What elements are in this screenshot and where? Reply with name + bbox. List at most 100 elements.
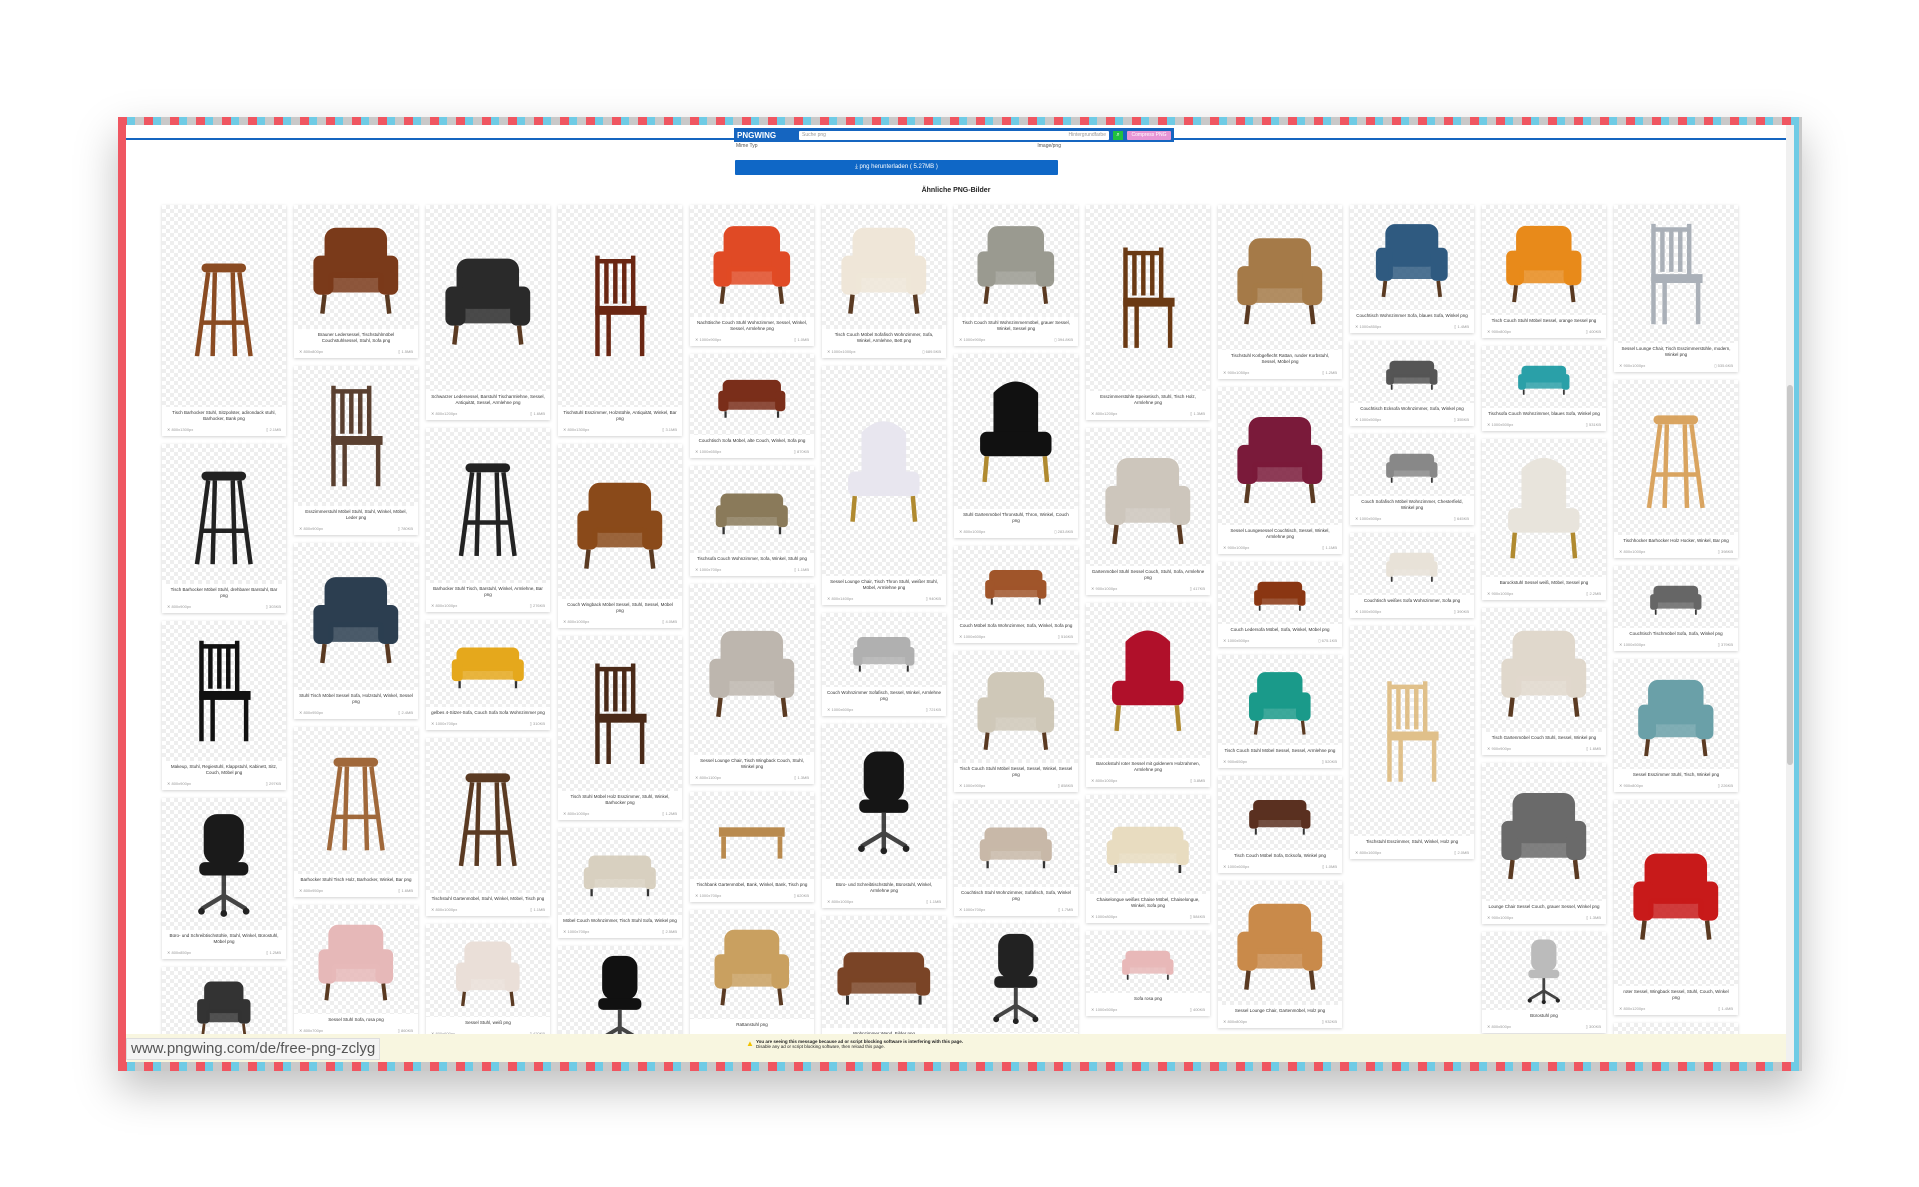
png-thumbnail[interactable] bbox=[1218, 205, 1342, 350]
png-thumbnail[interactable] bbox=[1482, 608, 1606, 732]
image-caption[interactable]: Nachttische Couch Stuhl Wohnzimmer, Sess… bbox=[690, 317, 814, 335]
png-thumbnail[interactable] bbox=[294, 905, 418, 1014]
image-card[interactable]: Tischhocker Barhocker Holz Hocker, Winke… bbox=[1614, 380, 1738, 558]
image-caption[interactable]: Tisch Gartenmöbel Couch Stuhl, Sessel, W… bbox=[1482, 732, 1606, 744]
image-card[interactable]: Couchtisch weißes Sofa Wohnzimmer, Sofa … bbox=[1350, 533, 1474, 618]
png-thumbnail[interactable] bbox=[1482, 346, 1606, 408]
image-card[interactable]: Tisch Barhocker Möbel Stuhl, drehbarer B… bbox=[162, 444, 286, 613]
image-caption[interactable]: Tischstuhl Korbgeflecht Rattan, runder K… bbox=[1218, 350, 1342, 368]
search-icon[interactable]: ⌕ bbox=[1113, 130, 1123, 140]
image-caption[interactable]: Möbel Couch Wohnzimmer, Tisch Stuhl Sofa… bbox=[558, 915, 682, 927]
png-thumbnail[interactable] bbox=[690, 792, 814, 879]
image-caption[interactable]: Makeup, Stuhl, Regiestuhl, Klappstuhl, K… bbox=[162, 761, 286, 779]
image-card[interactable]: Sessel Stuhl Sofa, rosa png ✕ 800x700px ▯… bbox=[294, 905, 418, 1037]
image-caption[interactable]: Sessel Stuhl, weiß png bbox=[426, 1017, 550, 1029]
image-caption[interactable]: Couchtisch Sofa Möbel, alte Couch, Winke… bbox=[690, 435, 814, 447]
image-caption[interactable]: Tisch Couch Stuhl Wohnzimmermöbel, graue… bbox=[954, 317, 1078, 335]
png-thumbnail[interactable] bbox=[1350, 341, 1474, 403]
png-thumbnail[interactable] bbox=[294, 727, 418, 874]
png-thumbnail[interactable] bbox=[1218, 881, 1342, 1005]
png-thumbnail[interactable] bbox=[822, 724, 946, 879]
image-caption[interactable]: Tischsofa Couch Wohnzimmer, blaues Sofa,… bbox=[1482, 408, 1606, 420]
image-caption[interactable]: Esszimmerstuhl Möbel Stuhl, Stuhl, Winke… bbox=[294, 506, 418, 524]
image-card[interactable]: Barhocker Stuhl Tisch, Barstuhl, Winkel,… bbox=[426, 428, 550, 612]
image-card[interactable]: Tischstuhl Esszimmer, Stuhl, Winkel, Hol… bbox=[1350, 626, 1474, 859]
image-caption[interactable]: Barhocker Stuhl Tisch, Barstuhl, Winkel,… bbox=[426, 583, 550, 601]
image-caption[interactable]: Sessel Esszimmer Stuhl, Tisch, Winkel pn… bbox=[1614, 769, 1738, 781]
image-caption[interactable]: Barhocker Stuhl Tisch Holz, Barhocker, W… bbox=[294, 874, 418, 886]
image-caption[interactable]: Brauner Ledersessel, Tischstuhlmöbel Cou… bbox=[294, 329, 418, 347]
image-caption[interactable]: Couchtisch Wohnzimmer Sofa, blaues Sofa,… bbox=[1350, 310, 1474, 322]
image-card[interactable]: roter Sessel, Wingback Sessel, Stuhl, Co… bbox=[1614, 800, 1738, 1015]
png-thumbnail[interactable] bbox=[1614, 205, 1738, 343]
image-card[interactable]: Sessel Stuhl, weiß png ✕ 800x600px▯ 420K… bbox=[426, 924, 550, 1040]
image-caption[interactable]: Couch Möbel Sofa Wohnzimmer, Sofa, Winke… bbox=[954, 620, 1078, 632]
png-thumbnail[interactable] bbox=[1350, 434, 1474, 496]
png-thumbnail[interactable] bbox=[1350, 533, 1474, 595]
image-card[interactable]: Tisch Couch Möbel Sofa, Ecksofa, Winkel … bbox=[1218, 776, 1342, 873]
image-card[interactable]: Sofa rosa png ✕ 1000x500px ▯ 400KB bbox=[1086, 931, 1210, 1016]
image-caption[interactable]: Tischstuhl Esszimmer, Holzstühle, Antiqu… bbox=[558, 407, 682, 425]
png-thumbnail[interactable] bbox=[294, 543, 418, 690]
image-card[interactable]: Couch Sofafisch Möbel Wohnzimmer, Cheste… bbox=[1350, 434, 1474, 525]
image-card[interactable]: Tisch Barhocker Stuhl, Sitzpolster, adir… bbox=[162, 205, 286, 436]
image-card[interactable]: Sessel Lounge Chair, Gartenmöbel, Holz p… bbox=[1218, 881, 1342, 1028]
image-card[interactable]: Tischstuhl Esszimmer, Holzstühle, Antiqu… bbox=[558, 205, 682, 436]
image-caption[interactable]: Couch Sofafisch Möbel Wohnzimmer, Cheste… bbox=[1350, 496, 1474, 514]
image-caption[interactable]: Schwarzer Ledersessel, Barstuhl Tischarm… bbox=[426, 391, 550, 409]
image-caption[interactable]: Sessel Lounge Chair, Tisch Thron Stuhl, … bbox=[822, 576, 946, 594]
image-card[interactable]: Sessel Loungesessel Couchtisch, Sessel, … bbox=[1218, 387, 1342, 554]
image-card[interactable]: Couchtisch Ecksofa Wohnzimmer, Sofa, Win… bbox=[1350, 341, 1474, 426]
png-thumbnail[interactable] bbox=[426, 620, 550, 707]
image-caption[interactable]: Tischhocker Barhocker Holz Hocker, Winke… bbox=[1614, 535, 1738, 547]
image-card[interactable]: Sessel Lounge Chair, Tisch Esszimmerstüh… bbox=[1614, 205, 1738, 372]
image-caption[interactable]: Tisch Couch Stuhl Möbel Sessel, orange S… bbox=[1482, 315, 1606, 327]
background-filter-select[interactable]: Hintergrundfarbe bbox=[1068, 132, 1106, 138]
png-thumbnail[interactable] bbox=[1482, 205, 1606, 315]
image-card[interactable]: Tisch Gartenmöbel Couch Stuhl, Sessel, W… bbox=[1482, 608, 1606, 755]
png-thumbnail[interactable] bbox=[558, 444, 682, 599]
image-caption[interactable]: Büro- und Schreibtischstühle, Bürostuhl,… bbox=[822, 879, 946, 897]
image-caption[interactable]: Sessel Lounge Chair, Tisch Esszimmerstüh… bbox=[1614, 343, 1738, 361]
image-caption[interactable]: Tischstuhl Gartenmöbel, Stuhl, Winkel, M… bbox=[426, 893, 550, 905]
image-card[interactable]: Stuhl Gartenmöbel Thronstuhl, Thron, Win… bbox=[954, 354, 1078, 538]
png-thumbnail[interactable] bbox=[822, 916, 946, 1028]
image-caption[interactable]: Esszimmerstühle Speisetisch, Stuhl, Tisc… bbox=[1086, 391, 1210, 409]
image-card[interactable]: Couch Wingback Möbel Sessel, Stuhl, Sess… bbox=[558, 444, 682, 628]
image-card[interactable]: Büro- und Schreibtischstühle, Bürostuhl,… bbox=[822, 724, 946, 908]
png-thumbnail[interactable] bbox=[1086, 205, 1210, 391]
image-card[interactable]: Gartenmöbel Stuhl Sessel Couch, Stuhl, S… bbox=[1086, 428, 1210, 595]
png-thumbnail[interactable] bbox=[690, 466, 814, 553]
image-caption[interactable]: Couchtisch Ecksofa Wohnzimmer, Sofa, Win… bbox=[1350, 403, 1474, 415]
image-caption[interactable]: Büro- und Schreibtischstühle, Stuhl, Win… bbox=[162, 930, 286, 948]
search-input[interactable]: Suche png Hintergrundfarbe bbox=[799, 130, 1109, 140]
image-caption[interactable]: Couchtisch Stuhl Wohnzimmer, Sofafisch, … bbox=[954, 887, 1078, 905]
image-card[interactable]: Rattanstuhl png ✕ 800x700px▯ 1.0MB bbox=[690, 910, 814, 1042]
png-thumbnail[interactable] bbox=[162, 621, 286, 761]
png-thumbnail[interactable] bbox=[954, 924, 1078, 1033]
image-card[interactable]: Tisch Couch Möbel Sofafisch Wohnzimmer, … bbox=[822, 205, 946, 358]
pngwing-logo[interactable]: PNGWING bbox=[737, 131, 795, 140]
image-caption[interactable]: Barockstuhl roter Sessel mit goldenem Ho… bbox=[1086, 758, 1210, 776]
image-card[interactable]: Tisch Couch Stuhl Wohnzimmermöbel, graue… bbox=[954, 205, 1078, 346]
png-thumbnail[interactable] bbox=[426, 428, 550, 583]
image-card[interactable]: Tisch Couch Stuhl Möbel Sessel, Sessel, … bbox=[1218, 655, 1342, 768]
png-thumbnail[interactable] bbox=[162, 444, 286, 584]
image-card[interactable]: Barhocker Stuhl Tisch Holz, Barhocker, W… bbox=[294, 727, 418, 897]
png-thumbnail[interactable] bbox=[294, 366, 418, 506]
png-thumbnail[interactable] bbox=[1482, 763, 1606, 901]
image-caption[interactable]: Rattanstuhl png bbox=[690, 1019, 814, 1031]
png-thumbnail[interactable] bbox=[954, 800, 1078, 887]
image-card[interactable]: Sessel Lounge Chair, Tisch Thron Stuhl, … bbox=[822, 366, 946, 605]
image-card[interactable]: Büro- und Schreibtischstühle, Stuhl, Win… bbox=[162, 798, 286, 959]
image-caption[interactable]: Sessel Stuhl Sofa, rosa png bbox=[294, 1014, 418, 1026]
image-caption[interactable]: Tischsofa Couch Wohnzimmer, Sofa, Winkel… bbox=[690, 553, 814, 565]
image-card[interactable]: Stuhl Tisch Möbel Sessel Sofa, Holzstuhl… bbox=[294, 543, 418, 719]
png-thumbnail[interactable] bbox=[1086, 931, 1210, 993]
png-thumbnail[interactable] bbox=[426, 205, 550, 391]
image-card[interactable]: Makeup, Stuhl, Regiestuhl, Klappstuhl, K… bbox=[162, 621, 286, 790]
image-card[interactable]: Barockstuhl Sessel weiß, Möbel, Sessel p… bbox=[1482, 439, 1606, 600]
png-thumbnail[interactable] bbox=[822, 366, 946, 576]
image-caption[interactable]: Tischstuhl Esszimmer, Stuhl, Winkel, Hol… bbox=[1350, 836, 1474, 848]
image-caption[interactable]: Tisch Couch Möbel Sofa, Ecksofa, Winkel … bbox=[1218, 850, 1342, 862]
